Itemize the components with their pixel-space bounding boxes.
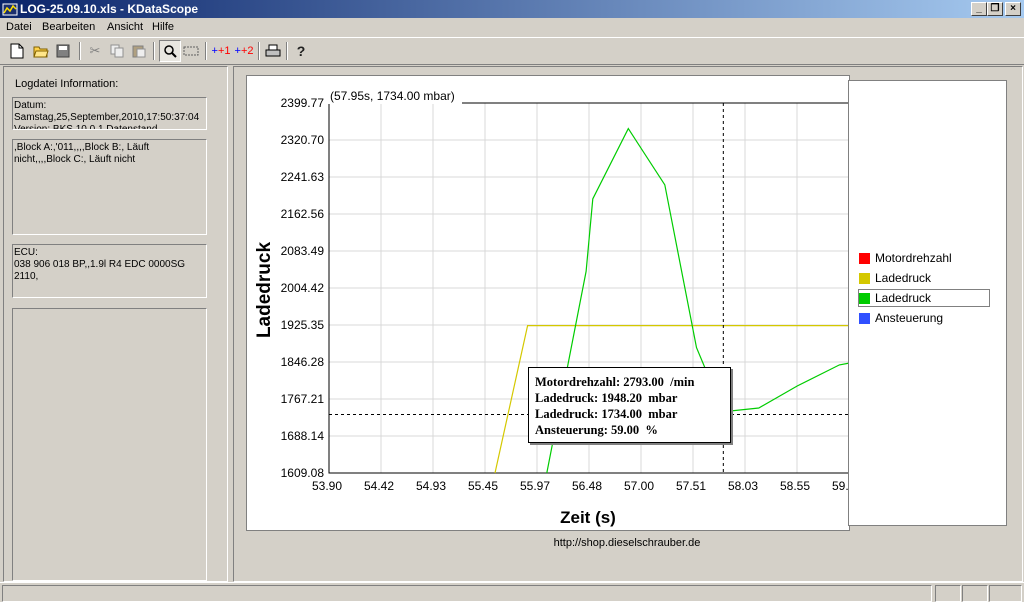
menu-bearbeiten[interactable]: Bearbeiten	[42, 21, 95, 33]
log-info-panel: Logdatei Information: Datum: Samstag,25,…	[3, 66, 228, 582]
footer-url: http://shop.dieselschrauber.de	[553, 537, 701, 549]
toolbar-separator	[205, 42, 207, 60]
marker1-icon[interactable]: + +1	[210, 41, 232, 61]
marker2-icon[interactable]: + +2	[233, 41, 255, 61]
legend-swatch	[859, 312, 870, 324]
print-icon[interactable]	[263, 41, 283, 61]
open-icon[interactable]	[31, 41, 51, 61]
legend-label: Motordrehzahl	[875, 251, 952, 265]
copy-icon[interactable]	[107, 41, 127, 61]
legend-label: Ansteuerung	[875, 311, 944, 325]
help-icon[interactable]: ?	[291, 41, 311, 61]
legend-label: Ladedruck	[875, 271, 932, 285]
save-icon[interactable]	[53, 41, 73, 61]
legend-item-motordrehzahl[interactable]: Motordrehzahl	[859, 250, 952, 266]
panel-splitter[interactable]	[228, 63, 232, 581]
tooltip-line: Ladedruck: 1948.20 mbar	[535, 391, 678, 405]
tooltip-line: Ansteuerung: 59.00 %	[535, 423, 658, 437]
legend-item-ladedruck-2[interactable]: Ladedruck	[858, 289, 990, 307]
toolbar-separator	[258, 42, 260, 60]
toolbar-separator	[286, 42, 288, 60]
status-cell	[989, 585, 1022, 602]
tooltip-line: Motordrehzahl: 2793.00 /min	[535, 375, 695, 389]
status-cell-main	[2, 585, 932, 602]
zoom-icon[interactable]	[159, 40, 181, 62]
chart-frame	[246, 75, 850, 531]
legend-swatch	[859, 252, 870, 264]
marker2-label: +2	[240, 45, 254, 57]
status-cell	[962, 585, 988, 602]
new-icon[interactable]	[7, 41, 27, 61]
toolbar-separator	[153, 42, 155, 60]
marker1-label: +1	[217, 45, 231, 57]
title-bar: LOG-25.09.10.xls - KDataScope _ ❐ ×	[0, 0, 1024, 18]
toolbar-separator	[79, 42, 81, 60]
menu-hilfe[interactable]: Hilfe	[152, 21, 174, 33]
close-button[interactable]: ×	[1005, 2, 1021, 16]
status-cell	[935, 585, 961, 602]
menu-bar: Datei Bearbeiten Ansicht Hilfe	[0, 18, 1024, 37]
log-info-title: Logdatei Information:	[15, 78, 119, 90]
menu-ansicht[interactable]: Ansicht	[107, 21, 143, 33]
legend-item-ansteuerung[interactable]: Ansteuerung	[859, 310, 943, 326]
minimize-button[interactable]: _	[971, 2, 987, 16]
ecu-box[interactable]: ECU: 038 906 018 BP,,1.9l R4 EDC 0000SG …	[12, 244, 207, 298]
legend-item-ladedruck-1[interactable]: Ladedruck	[859, 270, 931, 286]
legend-label: Ladedruck	[875, 291, 932, 305]
app-icon	[2, 3, 18, 16]
toolbar: ✂ + +1 + +2 ?	[0, 37, 1024, 65]
legend: Motordrehzahl Ladedruck Ladedruck Ansteu…	[848, 80, 1007, 526]
menu-datei[interactable]: Datei	[6, 21, 32, 33]
legend-swatch	[859, 272, 870, 284]
legend-swatch	[859, 292, 870, 304]
status-bar	[0, 582, 1024, 602]
value-tooltip: Motordrehzahl: 2793.00 /min Ladedruck: 19…	[528, 367, 731, 443]
paste-icon[interactable]	[129, 41, 149, 61]
cut-icon[interactable]: ✂	[85, 41, 105, 61]
notes-box[interactable]	[12, 308, 207, 581]
select-icon[interactable]	[181, 41, 201, 61]
restore-button[interactable]: ❐	[987, 2, 1003, 16]
tooltip-line: Ladedruck: 1734.00 mbar	[535, 407, 678, 421]
window-title: LOG-25.09.10.xls - KDataScope	[20, 2, 199, 16]
datum-box[interactable]: Datum: Samstag,25,September,2010,17:50:3…	[12, 97, 207, 130]
block-box[interactable]: ,Block A:,'011,,,,Block B:, Läuft nicht,…	[12, 139, 207, 235]
